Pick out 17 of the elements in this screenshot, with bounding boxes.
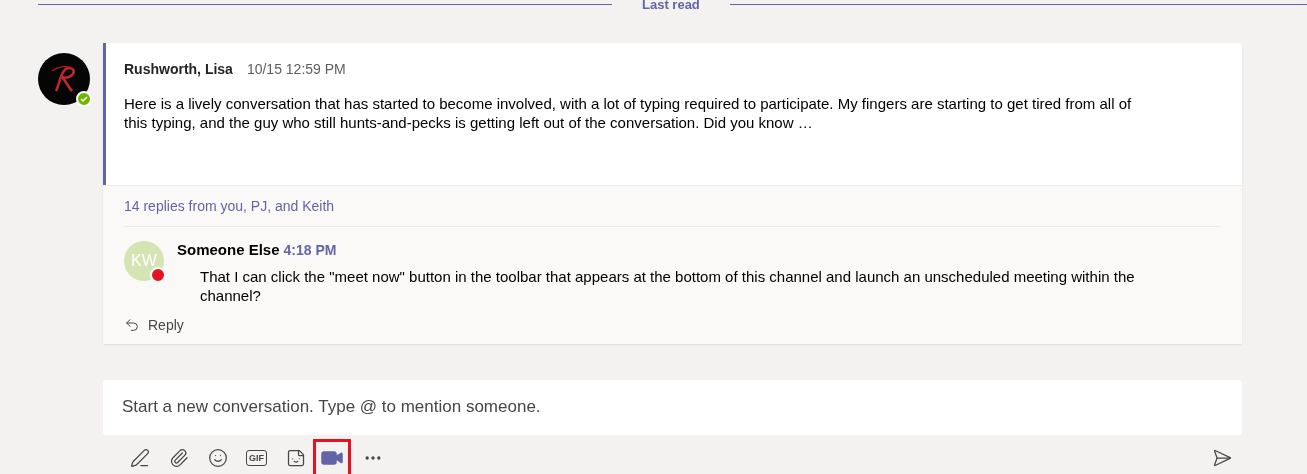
message-text: Here is a lively conversation that has started to become involved, with a lot of typing required to participate. My fingers are starting to get tired from all of this typing, and the guy who still hunts-and-pecks is getting left out of the conversation. Did you know …	[124, 94, 1132, 132]
emoji-icon[interactable]	[207, 447, 228, 468]
reply-text: That I can click the "meet now" button in the toolbar that appears at the bottom of this channel and launch an unscheduled meeting within the channel?	[200, 266, 1136, 305]
send-icon[interactable]	[1212, 447, 1232, 468]
avatar-initials: KW	[124, 241, 164, 281]
author-name: Rushworth, Lisa	[124, 60, 233, 79]
attach-icon[interactable]	[168, 447, 189, 468]
replies-link[interactable]: 14 replies from you, PJ, and Keith	[124, 198, 335, 214]
sticker-icon[interactable]	[285, 447, 306, 468]
reply-arrow-icon	[124, 317, 140, 333]
reply-button[interactable]: Reply	[124, 314, 184, 336]
last-read-label: Last read	[642, 0, 700, 11]
reply-time: 4:18 PM	[283, 241, 337, 260]
message-time: 10/15 12:59 PM	[246, 60, 346, 79]
reply-author: Someone Else	[177, 240, 280, 260]
gif-button[interactable]: GIF	[246, 449, 267, 466]
compose-field[interactable]: Start a new conversation. Type @ to mention someone.	[103, 379, 1242, 435]
